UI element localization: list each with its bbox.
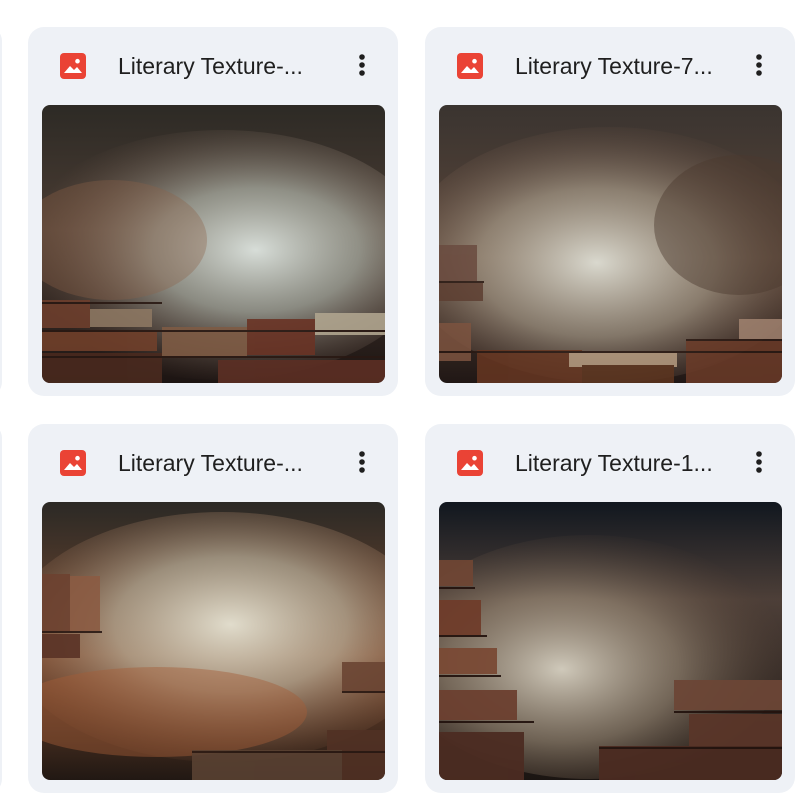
more-options-button[interactable] <box>741 45 777 85</box>
file-card-header: Literary Texture-... <box>28 424 398 500</box>
drive-file-grid: Literary Texture-... Literary Texture-7.… <box>0 0 808 802</box>
file-card-header: Literary Texture-7... <box>425 27 795 103</box>
more-vert-icon <box>756 54 762 76</box>
file-name: Literary Texture-... <box>118 450 303 476</box>
image-icon <box>60 450 86 476</box>
more-options-button[interactable] <box>344 45 380 85</box>
image-icon <box>457 53 483 79</box>
file-thumbnail[interactable] <box>42 502 385 780</box>
more-vert-icon <box>359 451 365 473</box>
file-name: Literary Texture-... <box>118 53 303 79</box>
file-card-header: Literary Texture-1... <box>425 424 795 500</box>
file-card[interactable]: Literary Texture-1... <box>425 424 795 793</box>
file-thumbnail[interactable] <box>439 502 782 780</box>
file-card[interactable]: Literary Texture-... <box>28 424 398 793</box>
more-options-button[interactable] <box>344 442 380 482</box>
file-card[interactable]: Literary Texture-7... <box>425 27 795 396</box>
image-icon <box>60 53 86 79</box>
partial-card-left-top[interactable] <box>0 27 2 396</box>
file-thumbnail[interactable] <box>42 105 385 383</box>
file-card[interactable]: Literary Texture-... <box>28 27 398 396</box>
file-name: Literary Texture-7... <box>515 53 713 79</box>
partial-card-left-bottom[interactable] <box>0 424 2 793</box>
file-thumbnail[interactable] <box>439 105 782 383</box>
image-icon <box>457 450 483 476</box>
more-options-button[interactable] <box>741 442 777 482</box>
more-vert-icon <box>756 451 762 473</box>
file-name: Literary Texture-1... <box>515 450 713 476</box>
file-card-header: Literary Texture-... <box>28 27 398 103</box>
more-vert-icon <box>359 54 365 76</box>
